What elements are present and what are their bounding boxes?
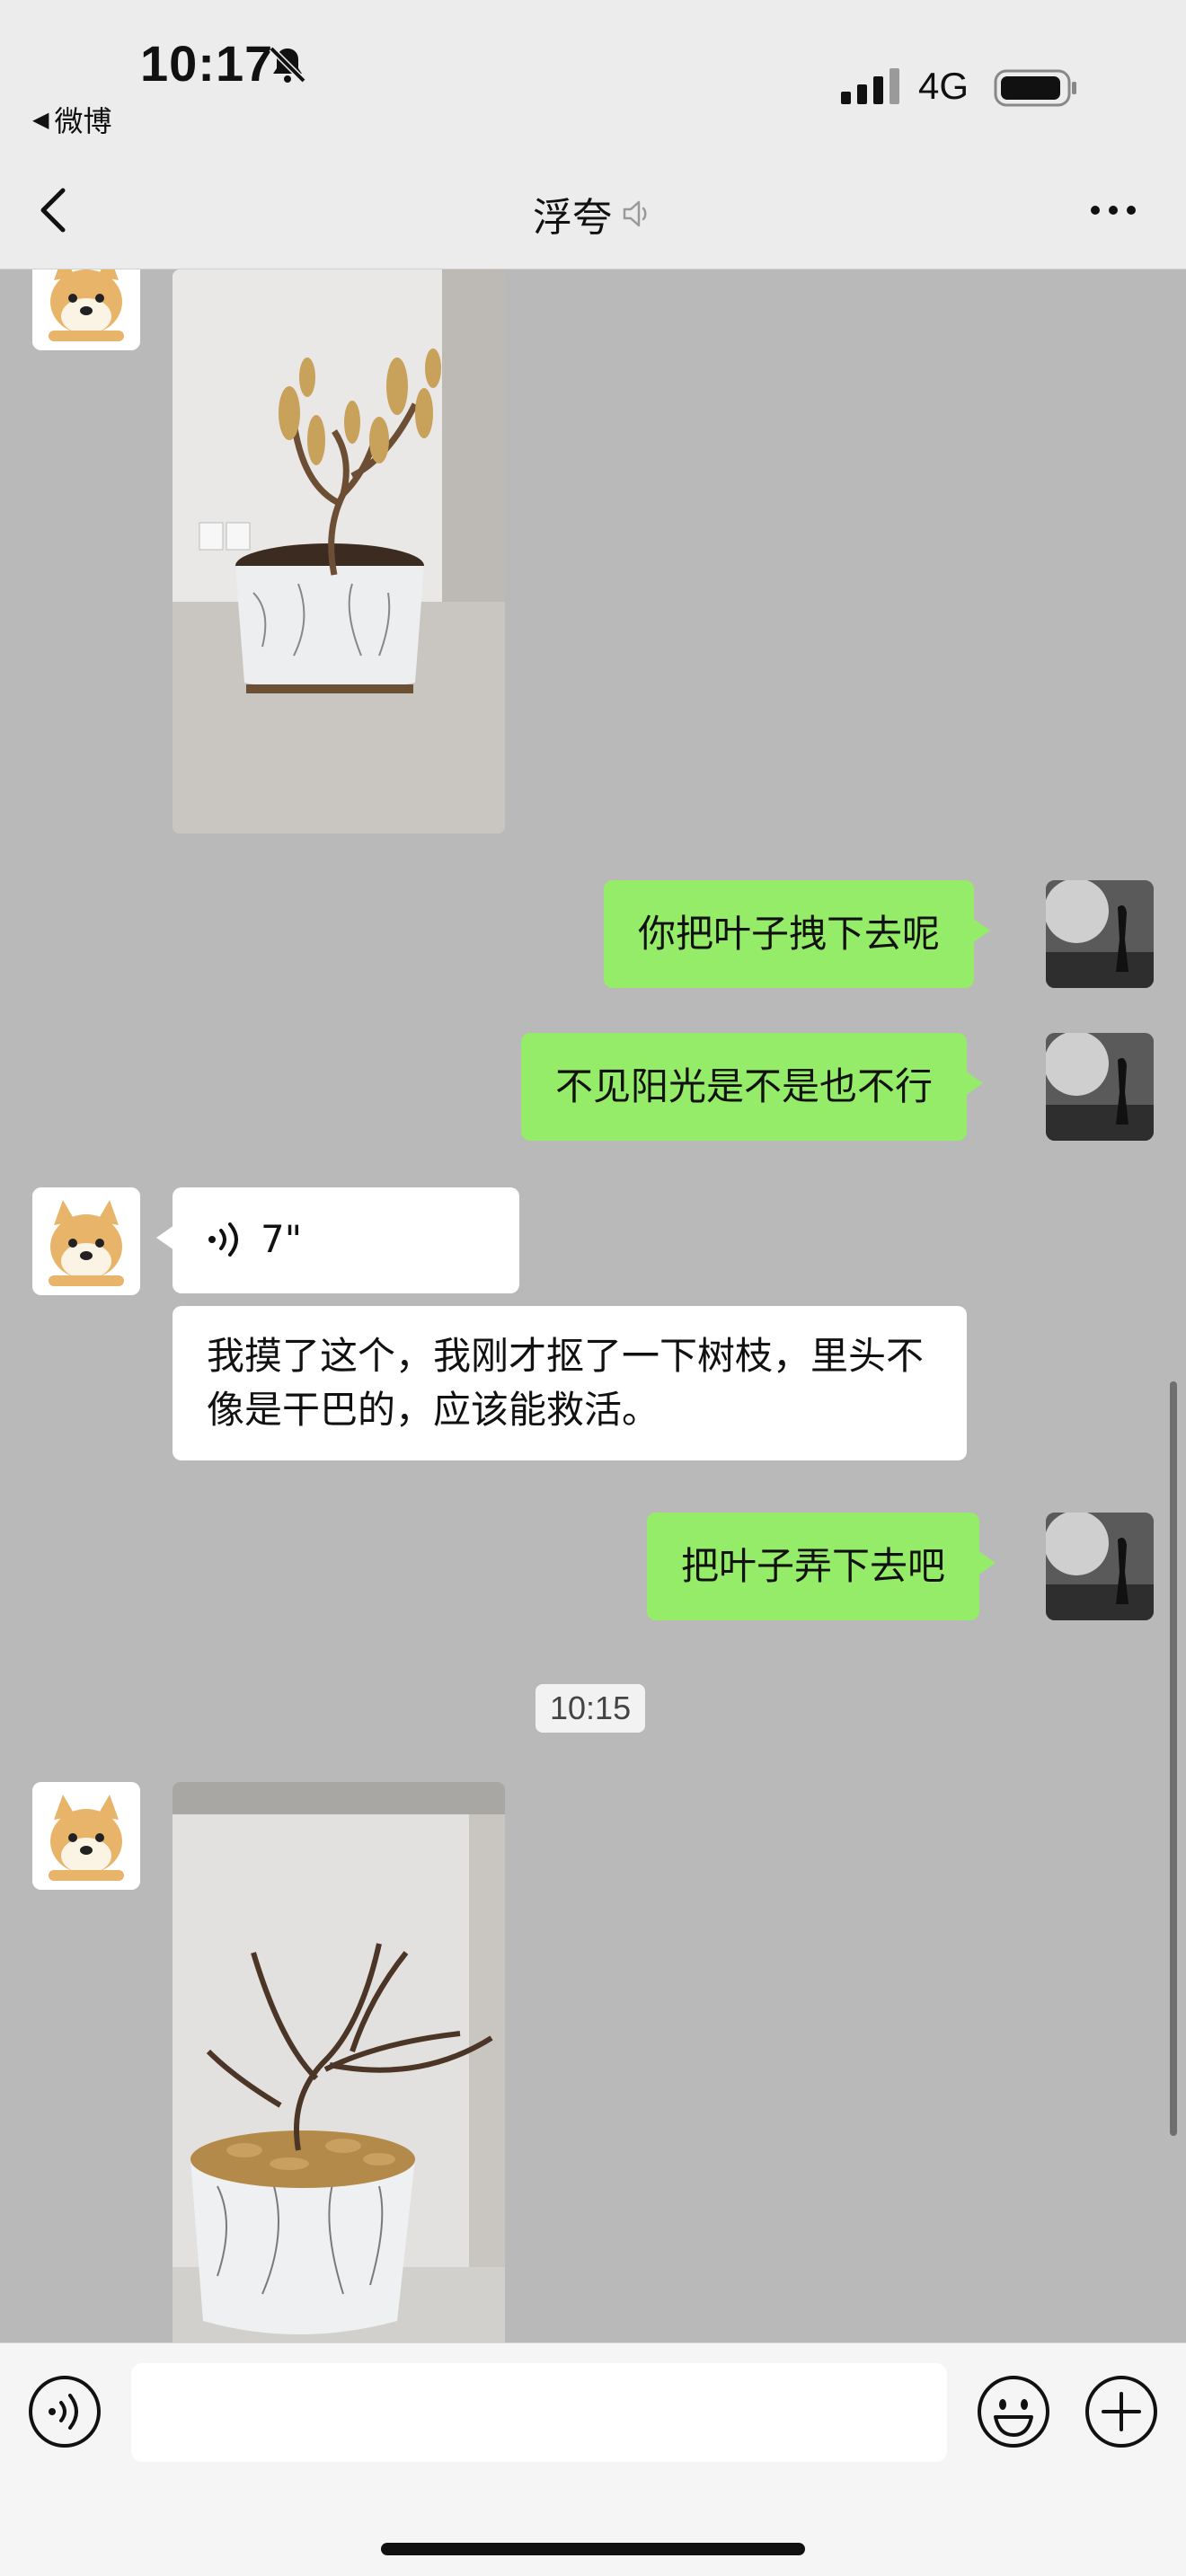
- message-bubble-received[interactable]: 我摸了这个，我刚才抠了一下树枝，里头不像是干巴的，应该能救活。: [173, 1306, 967, 1460]
- message-input[interactable]: [131, 2363, 947, 2462]
- signal-icon: [841, 68, 899, 104]
- image-message[interactable]: [173, 1782, 505, 2342]
- network-type: 4G: [918, 65, 969, 107]
- message-timestamp: 10:15: [535, 1684, 646, 1733]
- avatar-doge[interactable]: [32, 269, 140, 350]
- battery-icon: [994, 69, 1076, 107]
- back-triangle-icon: ◀: [32, 107, 49, 132]
- message-bubble-sent[interactable]: 把叶子弄下去吧: [647, 1513, 996, 1620]
- dead-plant-photo: [173, 269, 505, 834]
- image-message[interactable]: [173, 269, 505, 834]
- contact-name: 浮夸: [533, 195, 612, 241]
- mute-speaker-icon: [623, 200, 647, 227]
- message-bubble-sent[interactable]: 你把叶子拽下去呢: [604, 880, 991, 988]
- back-app-label: 微博: [54, 104, 112, 138]
- doge-avatar-image: [32, 1782, 140, 1890]
- my-avatar-image: [1046, 1513, 1154, 1620]
- message-text: 我摸了这个，我刚才抠了一下树枝，里头不像是干巴的，应该能救活。: [207, 1334, 925, 1432]
- top-bar: 10:17 ◀ 微博 4G 浮夸: [0, 0, 1186, 269]
- status-time: 10:17: [140, 35, 274, 92]
- avatar-me[interactable]: [1046, 1033, 1154, 1141]
- message-text: 把叶子弄下去吧: [681, 1544, 946, 1588]
- my-avatar-image: [1046, 1033, 1154, 1141]
- bell-muted-icon: [269, 46, 306, 84]
- home-indicator: [381, 2543, 805, 2555]
- avatar-me[interactable]: [1046, 880, 1154, 988]
- scrollbar[interactable]: [1170, 1381, 1177, 2136]
- more-icon[interactable]: [1089, 198, 1137, 223]
- voice-wave-icon: [208, 1222, 238, 1257]
- doge-avatar-image: [32, 269, 140, 350]
- message-text: 不见阳光是不是也不行: [555, 1064, 934, 1108]
- avatar-doge[interactable]: [32, 1782, 140, 1890]
- voice-input-icon[interactable]: [27, 2374, 102, 2449]
- message-text: 你把叶子拽下去呢: [638, 912, 941, 956]
- chat-area[interactable]: 你把叶子拽下去呢 不见阳光是不是也不行 7" 我摸了这个，我刚才抠了一下树枝，里…: [0, 269, 1186, 2342]
- chat-title: 浮夸: [0, 185, 1186, 243]
- message-bubble-sent[interactable]: 不见阳光是不是也不行: [521, 1033, 984, 1141]
- bare-plant-photo: [173, 1782, 505, 2342]
- avatar-me[interactable]: [1046, 1513, 1154, 1620]
- avatar-doge[interactable]: [32, 1187, 140, 1295]
- plus-icon[interactable]: [1084, 2374, 1159, 2449]
- back-to-app-link[interactable]: ◀ 微博: [32, 99, 111, 140]
- emoji-icon[interactable]: [976, 2374, 1051, 2449]
- input-bar: [0, 2342, 1186, 2576]
- voice-duration: 7": [261, 1217, 303, 1261]
- doge-avatar-image: [32, 1187, 140, 1295]
- my-avatar-image: [1046, 880, 1154, 988]
- voice-message[interactable]: 7": [156, 1187, 519, 1293]
